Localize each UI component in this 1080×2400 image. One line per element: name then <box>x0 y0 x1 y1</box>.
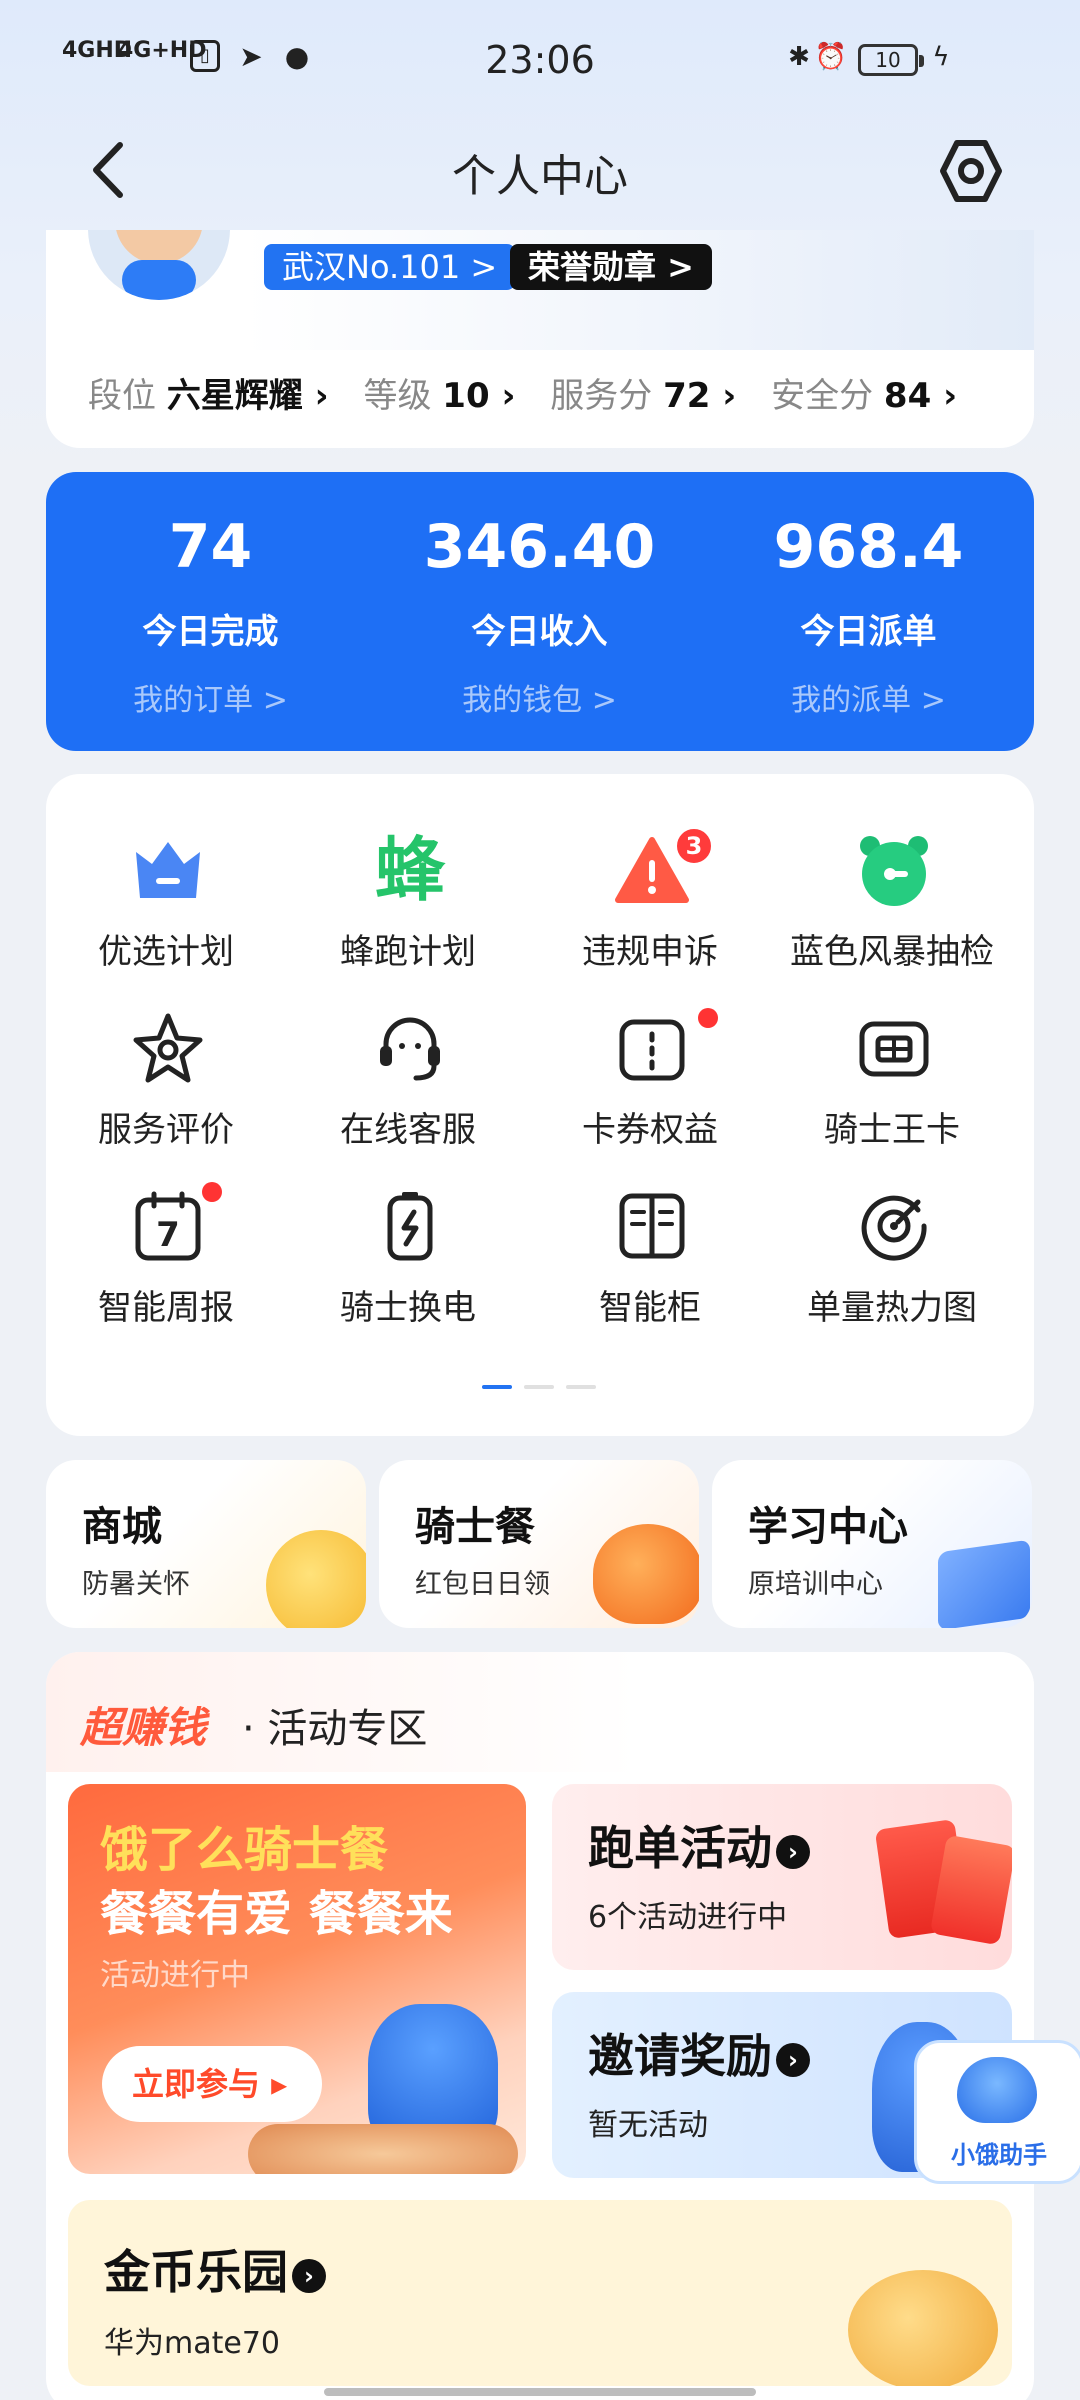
activity-title: · 活动专区 <box>242 1706 428 1752</box>
locker-icon <box>614 1188 690 1264</box>
rider-stats-row: 段位 六星辉耀 › 等级 10 › 服务分 72 › 安全分 84 › <box>88 368 981 417</box>
settings-icon[interactable] <box>938 138 1004 204</box>
bee-char-icon: 蜂 <box>375 829 445 911</box>
alarm-clock-icon <box>856 832 932 908</box>
grid-item-battery-swap[interactable]: 骑士换电 <box>288 1188 528 1328</box>
my-wallet-link[interactable]: 我的钱包 > <box>375 675 704 719</box>
honor-medal-badge[interactable]: 荣誉勋章 > <box>510 244 712 290</box>
grid-item-heatmap[interactable]: 单量热力图 <box>772 1188 1012 1328</box>
book-icon <box>938 1539 1030 1628</box>
tile-learning-center[interactable]: 学习中心 原培训中心 <box>712 1460 1032 1628</box>
summary-dispatch[interactable]: 968.4 今日派单 我的派单 > <box>704 512 1033 719</box>
card-icon <box>856 1010 932 1086</box>
clock: 23:06 <box>485 38 595 82</box>
tile-knight-meal[interactable]: 骑士餐 红包日日领 <box>379 1460 699 1628</box>
my-orders-link[interactable]: 我的订单 > <box>46 675 375 719</box>
stat-service-score[interactable]: 服务分 72 › <box>550 368 736 417</box>
arrow-right-icon: › <box>292 2258 326 2293</box>
dispatch-label: 今日派单 <box>800 612 937 652</box>
summary-income[interactable]: 346.40 今日收入 我的钱包 > <box>375 512 704 719</box>
new-badge-dot <box>698 1008 718 1028</box>
daily-summary-card: 74 今日完成 我的订单 > 346.40 今日收入 我的钱包 > 968.4 … <box>46 472 1034 751</box>
coupon-icon <box>614 1010 690 1086</box>
assistant-floating-button[interactable]: 小饿助手 <box>914 2040 1080 2184</box>
dispatch-value: 968.4 <box>773 512 964 582</box>
headset-icon <box>372 1010 448 1086</box>
svg-text:7: 7 <box>156 1215 180 1255</box>
income-amount: 346.40 <box>423 512 656 582</box>
stat-level[interactable]: 等级 10 › <box>363 368 515 417</box>
gold-coins-icon <box>848 2270 998 2386</box>
pager-dot-active[interactable] <box>482 1385 512 1389</box>
roast-chicken-icon <box>593 1524 699 1624</box>
arrow-right-icon: › <box>776 2042 810 2077</box>
page-title: 个人中心 <box>452 151 628 202</box>
assistant-robot-icon <box>957 2057 1037 2123</box>
grid-item-coupon-benefits[interactable]: 卡券权益 <box>530 1008 770 1150</box>
battery-swap-icon <box>372 1188 448 1264</box>
new-badge-dot <box>202 1182 222 1202</box>
profile-card: 武汉No.101 > 荣誉勋章 > 段位 六星辉耀 › 等级 10 › 服务分 … <box>46 230 1034 448</box>
grid-item-online-support[interactable]: 在线客服 <box>288 1010 528 1150</box>
grid-item-weekly-report[interactable]: 7 智能周报 <box>46 1182 286 1328</box>
grid-item-smart-locker[interactable]: 智能柜 <box>530 1188 770 1328</box>
knight-meal-promo-banner[interactable]: 饿了么骑士餐 餐餐有爱 餐餐来 活动进行中 立即参与 ▸ <box>68 1784 526 2174</box>
grid-item-knight-card[interactable]: 骑士王卡 <box>772 1010 1012 1150</box>
bluetooth-icon: ✱ <box>788 42 810 72</box>
arrow-right-icon: › <box>776 1834 810 1869</box>
order-activity-card[interactable]: 跑单活动 › 6个活动进行中 <box>552 1784 1012 1970</box>
completed-label: 今日完成 <box>142 612 279 652</box>
grid-item-violation-appeal[interactable]: 3 违规申诉 <box>530 826 770 972</box>
activity-zone-card: 超赚钱 · 活动专区 饿了么骑士餐 餐餐有爱 餐餐来 活动进行中 立即参与 ▸ … <box>46 1652 1034 2400</box>
my-dispatch-link[interactable]: 我的派单 > <box>704 675 1033 719</box>
alarm-icon: ⏰ <box>814 42 848 72</box>
city-rank-badge[interactable]: 武汉No.101 > <box>264 244 516 290</box>
function-grid-card: 优选计划 蜂 蜂跑计划 3 违规申诉 蓝色风暴抽检 服务评价 在线客服 卡券权益… <box>46 774 1034 1436</box>
activity-brand: 超赚钱 <box>80 1703 207 1752</box>
calendar-icon: 7 <box>130 1188 206 1264</box>
tile-mall[interactable]: 商城 防暑关怀 <box>46 1460 366 1628</box>
pager-dot[interactable] <box>566 1385 596 1389</box>
star-icon <box>130 1010 206 1086</box>
grid-item-service-rating[interactable]: 服务评价 <box>46 1010 286 1150</box>
food-dishes-icon <box>248 2124 518 2174</box>
grid-item-bee-run-plan[interactable]: 蜂 蜂跑计划 <box>288 832 528 972</box>
join-now-button[interactable]: 立即参与 ▸ <box>102 2046 322 2122</box>
assistant-label: 小饿助手 <box>951 2141 1047 2169</box>
grid-item-blue-storm-check[interactable]: 蓝色风暴抽检 <box>772 832 1012 972</box>
completed-count: 74 <box>168 512 253 582</box>
grid-item-preferred-plan[interactable]: 优选计划 <box>46 832 286 972</box>
home-indicator[interactable] <box>324 2388 756 2396</box>
income-label: 今日收入 <box>471 612 608 652</box>
crown-icon <box>130 832 206 908</box>
stat-safety-score[interactable]: 安全分 84 › <box>771 368 957 417</box>
gold-coin-park-card[interactable]: 金币乐园 › 华为mate70 <box>68 2200 1012 2386</box>
coin-icon <box>266 1530 366 1628</box>
battery-icon: 10 <box>858 44 924 76</box>
violation-count-badge: 3 <box>674 826 714 866</box>
stat-tier[interactable]: 段位 六星辉耀 › <box>88 368 329 417</box>
pager-dot[interactable] <box>524 1385 554 1389</box>
status-bar: 4GHD 4G+HD ▯ ➤ ● 23:06 ✱ ⏰ 10 ϟ <box>0 0 1080 120</box>
charging-icon: ϟ <box>932 42 950 72</box>
target-icon <box>856 1188 932 1264</box>
summary-completed[interactable]: 74 今日完成 我的订单 > <box>46 512 375 719</box>
